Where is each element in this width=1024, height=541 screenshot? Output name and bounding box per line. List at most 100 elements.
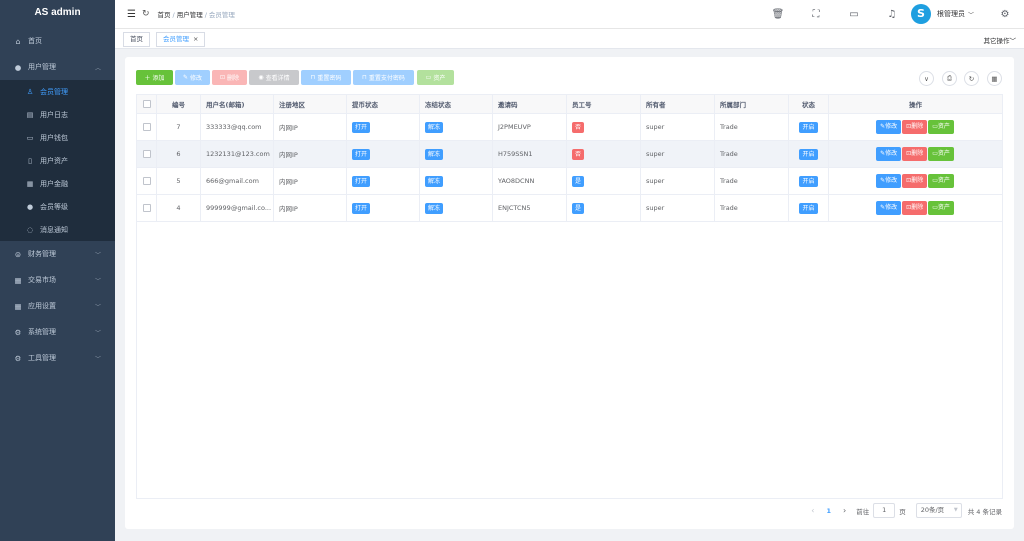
withdraw-status-badge[interactable]: 打开 xyxy=(352,202,371,214)
status-toggle[interactable]: 开启 xyxy=(799,175,818,187)
add-button[interactable]: ＋添加 xyxy=(136,70,173,85)
table-cell: 内网IP xyxy=(274,141,347,167)
row-delete-button[interactable]: ⊡删除 xyxy=(902,201,928,215)
column-header[interactable]: 所属部门 xyxy=(715,95,789,113)
delete-button[interactable]: ⊡ 删除 xyxy=(212,70,247,85)
sidebar-item-tools[interactable]: ⚙ 工具管理 ﹀ xyxy=(0,345,115,371)
row-delete-button[interactable]: ⊡删除 xyxy=(902,120,928,134)
row-edit-button[interactable]: ✎修改 xyxy=(876,147,902,161)
fullscreen-icon[interactable]: ⛶ xyxy=(801,9,831,20)
column-header[interactable]: 用户名(邮箱) xyxy=(201,95,274,113)
sidebar-item-app-settings[interactable]: ▦ 应用设置 ﹀ xyxy=(0,293,115,319)
row-checkbox[interactable] xyxy=(142,150,151,158)
column-header[interactable]: 注册地区 xyxy=(274,95,347,113)
reset-pay-password-button[interactable]: ⊓ 重置支付密码 xyxy=(353,70,414,85)
column-header[interactable]: 邀请码 xyxy=(493,95,567,113)
freeze-status-badge[interactable]: 解冻 xyxy=(425,175,444,187)
table-cell: ✎修改 ⊡删除 ▭资产 xyxy=(829,195,1002,221)
sidebar-subitem-member-management[interactable]: ♙ 会员管理 xyxy=(0,80,115,103)
other-operations-dropdown[interactable]: 其它操作﹀ xyxy=(984,35,1017,45)
row-assets-button[interactable]: ▭资产 xyxy=(928,120,954,134)
bell-icon[interactable]: ♫ xyxy=(877,9,907,20)
table-cell: 否 xyxy=(567,141,641,167)
chevron-down-icon[interactable]: ﹀ xyxy=(968,10,974,19)
app-logo: AS admin xyxy=(34,7,81,18)
withdraw-status-badge[interactable]: 打开 xyxy=(352,175,371,187)
column-header[interactable]: 提币状态 xyxy=(347,95,420,113)
column-header[interactable]: 冻结状态 xyxy=(420,95,493,113)
column-header[interactable]: 编号 xyxy=(157,95,201,113)
select-all-checkbox[interactable] xyxy=(142,100,151,108)
row-assets-button[interactable]: ▭资产 xyxy=(928,174,954,188)
sidebar-subitem-user-wallet[interactable]: ▭ 用户钱包 xyxy=(0,126,115,149)
page-number[interactable]: 1 xyxy=(826,507,831,515)
page-size-select[interactable]: 20条/页 ▼ xyxy=(915,503,962,518)
status-toggle[interactable]: 开启 xyxy=(799,121,818,133)
freeze-status-badge[interactable]: 解冻 xyxy=(425,121,444,133)
withdraw-status-badge[interactable]: 打开 xyxy=(352,148,371,160)
row-assets-button[interactable]: ▭资产 xyxy=(928,201,954,215)
column-header[interactable]: 状态 xyxy=(789,95,829,113)
screen-icon[interactable]: ▭ xyxy=(839,9,869,20)
sidebar-subitem-member-level[interactable]: ● 会员等级 xyxy=(0,195,115,218)
status-toggle[interactable]: 开启 xyxy=(799,148,818,160)
edit-button[interactable]: ✎ 修改 xyxy=(175,70,210,85)
row-delete-button[interactable]: ⊡删除 xyxy=(902,147,928,161)
row-edit-button[interactable]: ✎修改 xyxy=(876,120,902,134)
sidebar-subitem-user-log[interactable]: ▤ 用户日志 xyxy=(0,103,115,126)
table-cell: 打开 xyxy=(347,141,420,167)
sidebar-item-label: 用户资产 xyxy=(40,156,68,165)
row-delete-button[interactable]: ⊡删除 xyxy=(902,174,928,188)
freeze-status-badge[interactable]: 解冻 xyxy=(425,202,444,214)
refresh-button[interactable]: ↻ xyxy=(964,71,979,86)
sidebar-subitem-user-finance[interactable]: ▦ 用户金融 xyxy=(0,172,115,195)
avatar[interactable]: S xyxy=(910,4,931,24)
close-icon[interactable]: × xyxy=(193,35,198,43)
tag-home[interactable]: 首页 xyxy=(123,32,150,47)
sidebar-item-home[interactable]: ⌂ 首页 xyxy=(0,28,115,54)
row-checkbox[interactable] xyxy=(142,177,151,185)
reset-password-button[interactable]: ⊓ 重置密码 xyxy=(301,70,351,85)
column-header[interactable]: 员工号 xyxy=(567,95,641,113)
sidebar-item-user-management[interactable]: ● 用户管理 ︿ xyxy=(0,54,115,80)
print-button[interactable]: ⎙ xyxy=(942,71,957,86)
status-toggle[interactable]: 开启 xyxy=(799,202,818,214)
freeze-status-badge[interactable]: 解冻 xyxy=(425,148,444,160)
sidebar-subitem-notifications[interactable]: ◌ 消息通知 xyxy=(0,218,115,241)
breadcrumb-item[interactable]: 用户管理 xyxy=(177,11,203,19)
refresh-icon[interactable]: ↻ xyxy=(142,9,150,19)
view-detail-button[interactable]: ◉ 查看详情 xyxy=(249,70,299,85)
next-page-icon[interactable]: › xyxy=(843,506,846,515)
breadcrumb-item[interactable]: 首页 xyxy=(158,11,171,19)
hamburger-icon[interactable]: ☰ xyxy=(127,9,136,20)
sidebar-item-finance[interactable]: ⊜ 财务管理 ﹀ xyxy=(0,241,115,267)
goto-label: 前往 xyxy=(856,507,870,516)
row-checkbox[interactable] xyxy=(142,204,151,212)
trash-icon[interactable]: 🗑 xyxy=(763,9,793,20)
collapse-search-button[interactable]: ∨ xyxy=(919,71,934,86)
user-outline-icon: ♙ xyxy=(26,87,34,96)
row-assets-button[interactable]: ▭资产 xyxy=(928,147,954,161)
sidebar-subitem-user-assets[interactable]: ▯ 用户资产 xyxy=(0,149,115,172)
settings-icon[interactable]: ⚙ xyxy=(990,9,1020,20)
sidebar-item-system[interactable]: ⚙ 系统管理 ﹀ xyxy=(0,319,115,345)
goto-page-input[interactable]: 1 xyxy=(873,503,896,518)
chevron-down-icon: ∨ xyxy=(924,74,929,83)
table-row[interactable]: 7 333333@qq.com 内网IP 打开 解冻 J2PMEUVP 否 super Trad… xyxy=(137,114,1002,141)
prev-page-icon[interactable]: ‹ xyxy=(811,506,814,515)
row-edit-button[interactable]: ✎修改 xyxy=(876,201,902,215)
assets-button[interactable]: ▭ 资产 xyxy=(417,70,454,85)
table-row[interactable]: 4 999999@gmail.co... 内网IP 打开 解冻 ENJCTCN5 是 supe… xyxy=(137,195,1002,222)
row-edit-button[interactable]: ✎修改 xyxy=(876,174,902,188)
tag-member-management[interactable]: 会员管理 × xyxy=(156,32,206,47)
username[interactable]: 根管理员 xyxy=(937,9,965,19)
breadcrumb-item: 会员管理 xyxy=(208,11,235,19)
row-checkbox[interactable] xyxy=(142,123,151,131)
column-header[interactable]: 所有者 xyxy=(641,95,715,113)
sidebar-item-market[interactable]: ▦ 交易市场 ﹀ xyxy=(0,267,115,293)
table-row[interactable]: 5 666@gmail.com 内网IP 打开 解冻 YAO8DCNN 是 super Trad… xyxy=(137,168,1002,195)
table-row[interactable]: 6 1232131@123.com 内网IP 打开 解冻 H759SSN1 否 super Tr… xyxy=(137,141,1002,168)
grid-icon: ▦ xyxy=(26,179,34,188)
columns-button[interactable]: ▦ xyxy=(987,71,1002,86)
withdraw-status-badge[interactable]: 打开 xyxy=(352,121,371,133)
